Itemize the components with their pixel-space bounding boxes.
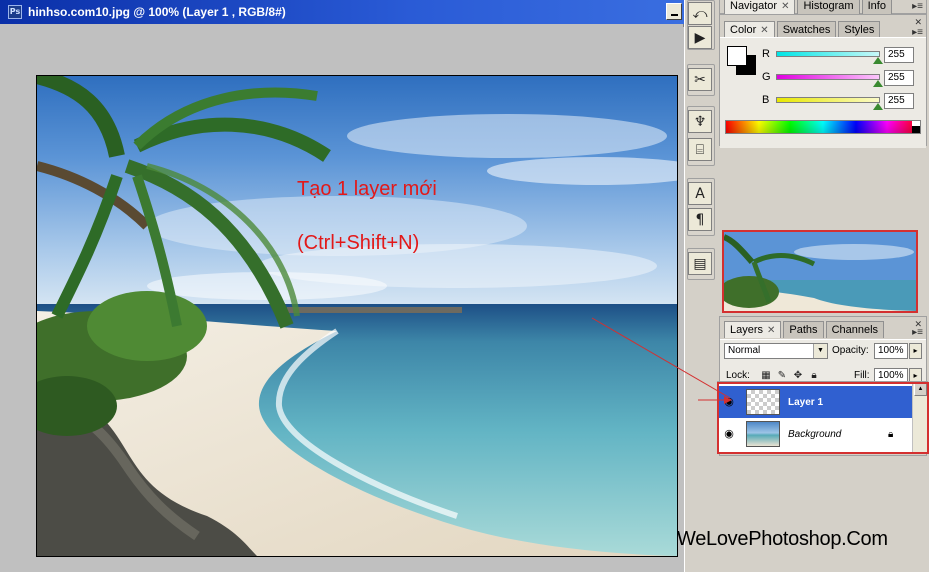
document-titlebar[interactable]: Ps hinhso.com10.jpg @ 100% (Layer 1 , RG…	[0, 0, 684, 24]
opacity-arrow-icon[interactable]: ▸	[909, 343, 922, 359]
navigator-preview-image	[724, 232, 916, 311]
photoshop-doc-icon: Ps	[8, 5, 22, 19]
annotation-new-layer: Tạo 1 layer mới	[297, 178, 437, 200]
clone-stamp-icon[interactable]: ⌸	[688, 138, 712, 161]
layer-row-layer-1[interactable]: ◉ Layer 1	[718, 386, 912, 418]
layers-list: ◉ Layer 1 ◉ Background 🔒︎ ▲	[717, 381, 928, 453]
layer-row-background[interactable]: ◉ Background 🔒︎	[718, 418, 912, 450]
channel-r-label: R	[762, 48, 770, 60]
color-body: R 255 G 255 B 255	[720, 37, 926, 148]
tab-navigator[interactable]: Navigator ✕	[724, 0, 796, 14]
channel-r-thumb[interactable]	[873, 57, 883, 64]
document-title: hinhso.com10.jpg @ 100% (Layer 1 , RGB/8…	[28, 5, 286, 19]
channel-b-label: B	[762, 94, 770, 106]
paragraph-icon[interactable]: ¶	[688, 208, 712, 231]
beach-scene-image	[37, 76, 677, 556]
photoshop-workspace: Ps hinhso.com10.jpg @ 100% (Layer 1 , RG…	[0, 0, 929, 572]
channel-g-value[interactable]: 255	[884, 70, 914, 86]
tab-styles[interactable]: Styles	[838, 21, 881, 38]
layer-name: Layer 1	[788, 396, 824, 408]
minimize-button[interactable]	[666, 3, 682, 20]
channel-g-slider[interactable]	[776, 74, 880, 80]
channel-b-thumb[interactable]	[873, 103, 883, 110]
wand-tool-icon[interactable]: ✂	[688, 68, 712, 91]
channel-r-value[interactable]: 255	[884, 47, 914, 63]
close-icon[interactable]: ✕	[781, 1, 789, 12]
tab-color[interactable]: Color ✕	[724, 21, 775, 38]
channel-g-thumb[interactable]	[873, 80, 883, 87]
close-icon[interactable]: ✕	[760, 25, 768, 36]
color-palette: ✕ Color ✕ Swatches Styles ▸≡ R 255 G 255 …	[719, 14, 927, 148]
annotation-shortcut: (Ctrl+Shift+N)	[297, 232, 420, 254]
tab-histogram[interactable]: Histogram	[797, 0, 860, 14]
navigator-thumbnail[interactable]	[722, 230, 918, 313]
history-brush-icon[interactable]: ⤺	[688, 2, 712, 25]
beach-photo[interactable]	[36, 75, 678, 557]
navigator-palette: Navigator ✕ Histogram Info ▸≡	[719, 0, 927, 14]
palette-menu-icon[interactable]: ▸≡	[912, 1, 923, 12]
visibility-eye-icon[interactable]: ◉	[720, 393, 738, 411]
brush-stamp-icon[interactable]: ♆	[688, 110, 712, 133]
layer-thumbnail	[746, 389, 780, 415]
channel-r-slider[interactable]	[776, 51, 880, 57]
layer-thumbnail	[746, 421, 780, 447]
chevron-down-icon[interactable]: ▼	[813, 344, 827, 358]
fill-label: Fill:	[854, 370, 870, 381]
notes-icon[interactable]: ▤	[688, 252, 712, 275]
tab-paths[interactable]: Paths	[783, 321, 824, 338]
tab-swatches[interactable]: Swatches	[776, 21, 837, 38]
lock-icon: 🔒︎	[888, 428, 894, 440]
layer-name: Background	[788, 428, 842, 440]
tab-info[interactable]: Info	[861, 0, 892, 14]
color-spectrum-ramp[interactable]	[725, 120, 921, 134]
blend-mode-select[interactable]: Normal ▼	[724, 343, 828, 359]
tab-channels[interactable]: Channels	[825, 321, 885, 338]
channel-g-label: G	[762, 71, 771, 83]
palette-menu-icon[interactable]: ▸≡	[912, 327, 923, 338]
channel-b-value[interactable]: 255	[884, 93, 914, 109]
visibility-eye-icon[interactable]: ◉	[720, 425, 738, 443]
palette-well-toolbar: ⤺ ▶ ✂ ♆ ⌸ A ¶ ▤	[684, 0, 716, 572]
tab-layers[interactable]: Layers ✕	[724, 321, 782, 338]
layers-scrollbar[interactable]: ▲	[912, 382, 927, 452]
play-action-icon[interactable]: ▶	[688, 26, 712, 49]
watermark-text: WeLovePhotoshop.Com	[677, 528, 888, 550]
black-white-swatch[interactable]	[912, 121, 920, 133]
opacity-field[interactable]: 100%	[874, 343, 908, 359]
channel-b-slider[interactable]	[776, 97, 880, 103]
document-window: Ps hinhso.com10.jpg @ 100% (Layer 1 , RG…	[0, 0, 684, 572]
lock-label: Lock:	[726, 370, 750, 381]
text-A-icon[interactable]: A	[688, 182, 712, 205]
close-icon[interactable]: ✕	[767, 325, 775, 336]
scroll-up-arrow-icon[interactable]: ▲	[914, 383, 927, 396]
foreground-color-swatch[interactable]	[727, 46, 747, 66]
opacity-label: Opacity:	[832, 345, 869, 356]
